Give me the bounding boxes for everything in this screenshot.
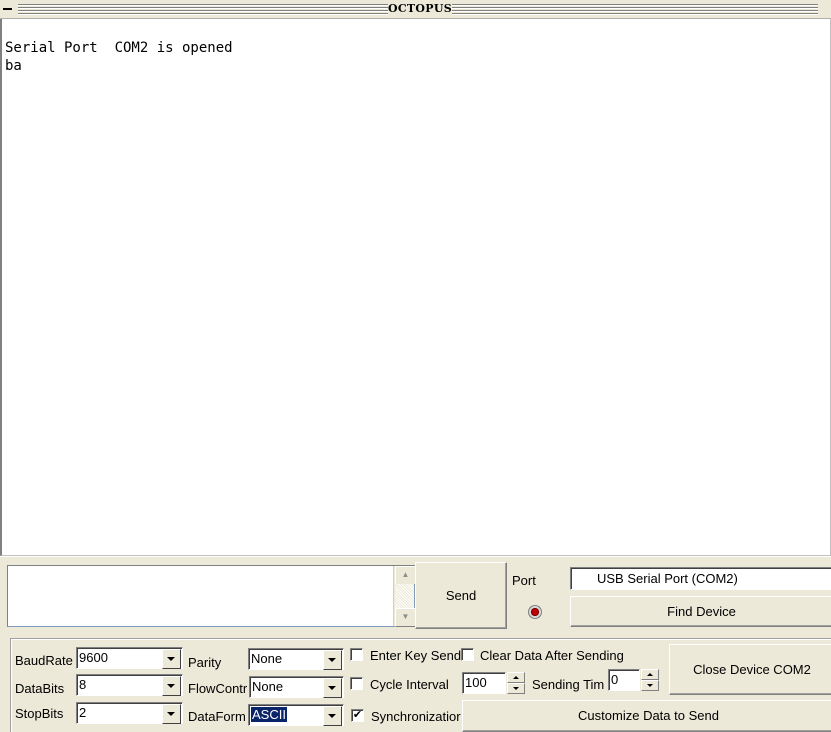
clear-after-sending-checkbox[interactable] — [461, 648, 474, 661]
parity-value: None — [251, 651, 283, 666]
output-line: Serial Port COM2 is opened — [5, 40, 233, 56]
flow-control-label: FlowContr — [188, 681, 248, 696]
enter-key-send-label: Enter Key Send — [370, 648, 462, 663]
enter-key-send-checkbox[interactable] — [350, 648, 363, 661]
chevron-down-icon[interactable] — [323, 706, 342, 726]
stop-bits-value: 2 — [79, 705, 87, 720]
synchronization-checkbox[interactable]: ✔ — [351, 709, 364, 722]
cycle-interval-label: Cycle Interval — [370, 677, 449, 692]
spin-up-icon[interactable] — [641, 669, 659, 680]
send-scrollbar[interactable]: ▲ ▼ — [393, 566, 416, 627]
synchronization-label: Synchronizatior — [371, 709, 461, 724]
stop-bits-label: StopBits — [15, 706, 64, 721]
sending-times-spinner[interactable] — [641, 669, 659, 691]
title-grip-right — [452, 4, 818, 15]
output-line: ba — [5, 58, 22, 74]
title-bar[interactable]: OCTOPUS — [0, 0, 831, 19]
flow-control-value: None — [252, 679, 284, 694]
find-device-button[interactable]: Find Device — [570, 596, 831, 627]
chevron-down-icon[interactable] — [323, 678, 342, 698]
parity-label: Parity — [188, 655, 222, 670]
parity-select[interactable]: None — [248, 648, 344, 670]
data-format-label: DataForm — [188, 709, 246, 724]
sending-times-label: Sending Tim — [532, 677, 605, 692]
data-format-value: ASCII — [251, 707, 287, 722]
customize-data-button[interactable]: Customize Data to Send — [462, 700, 831, 732]
spin-down-icon[interactable] — [507, 683, 525, 694]
chevron-down-icon[interactable] — [162, 676, 181, 696]
clear-after-sending-label: Clear Data After Sending — [480, 648, 624, 663]
data-format-select[interactable]: ASCII — [248, 704, 344, 726]
window-title: OCTOPUS — [388, 2, 453, 15]
port-select[interactable]: USB Serial Port (COM2) — [570, 567, 831, 590]
scroll-down-icon[interactable]: ▼ — [395, 608, 416, 627]
spin-down-icon[interactable] — [641, 680, 659, 691]
data-bits-label: DataBits — [15, 681, 65, 696]
send-button[interactable]: Send — [415, 562, 507, 629]
scroll-track[interactable] — [395, 584, 414, 608]
sending-times-input[interactable]: 0 — [608, 669, 640, 691]
flow-control-select[interactable]: None — [249, 676, 344, 698]
chevron-down-icon[interactable] — [162, 649, 181, 669]
cycle-interval-checkbox[interactable] — [350, 677, 363, 690]
title-grip-left — [18, 4, 388, 15]
chevron-down-icon[interactable] — [323, 650, 342, 670]
chevron-down-icon[interactable] — [162, 704, 181, 724]
system-menu-icon[interactable] — [3, 8, 12, 10]
scroll-up-icon[interactable]: ▲ — [395, 566, 416, 585]
stop-bits-select[interactable]: 2 — [76, 702, 183, 724]
receive-output-area[interactable]: Serial Port COM2 is opened ba — [0, 19, 831, 556]
spin-up-icon[interactable] — [507, 672, 525, 683]
data-bits-select[interactable]: 8 — [76, 674, 183, 696]
port-status-led-icon — [528, 605, 542, 619]
cycle-interval-input[interactable]: 100 — [462, 672, 506, 694]
baud-rate-select[interactable]: 9600 — [76, 647, 183, 669]
data-bits-value: 8 — [79, 677, 87, 692]
cycle-interval-spinner[interactable] — [507, 672, 525, 694]
close-device-button[interactable]: Close Device COM2 — [669, 644, 831, 695]
port-label: Port — [512, 573, 536, 588]
baud-rate-value: 9600 — [79, 650, 108, 665]
send-text-input[interactable] — [7, 565, 415, 627]
baud-rate-label: BaudRate — [15, 653, 73, 668]
